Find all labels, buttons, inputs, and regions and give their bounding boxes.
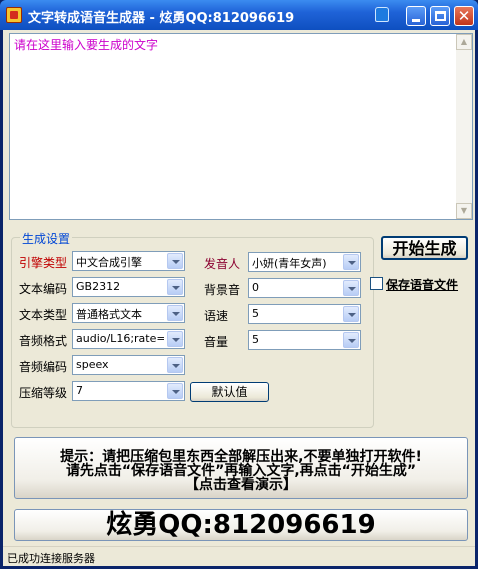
engine-type-value: 中文合成引擎: [76, 256, 142, 269]
start-generate-button[interactable]: 开始生成: [381, 236, 468, 260]
chevron-down-icon[interactable]: [167, 383, 183, 399]
speed-select[interactable]: 5: [248, 304, 361, 324]
settings-group-title: 生成设置: [20, 230, 73, 247]
skin-icon[interactable]: [375, 7, 389, 22]
chevron-down-icon[interactable]: [343, 332, 359, 348]
maximize-button[interactable]: [430, 6, 450, 26]
tip-line-2: 请先点击“保存语音文件”再输入文字,再点击“开始生成”: [65, 463, 417, 479]
status-text: 已成功连接服务器: [7, 552, 95, 565]
background-sound-label: 背景音: [204, 283, 241, 297]
tip-line-1: 提示：请把压缩包里东西全部解压出来,不要单独打开软件!: [60, 449, 422, 465]
chevron-down-icon[interactable]: [167, 279, 183, 295]
chevron-down-icon[interactable]: [343, 306, 359, 322]
close-button[interactable]: ✕: [454, 6, 474, 26]
status-bar: 已成功连接服务器: [3, 546, 475, 566]
compression-level-value: 7: [76, 384, 83, 397]
title-bar[interactable]: 文字转成语音生成器 - 炫勇QQ:812096619 ✕: [0, 0, 478, 30]
compression-level-select[interactable]: 7: [72, 381, 185, 401]
maximize-icon: [435, 11, 446, 21]
default-values-button[interactable]: 默认值: [190, 382, 269, 402]
volume-value: 5: [252, 333, 259, 346]
engine-type-select[interactable]: 中文合成引擎: [72, 251, 185, 271]
chevron-down-icon[interactable]: [167, 253, 183, 269]
save-audio-label[interactable]: 保存语音文件: [386, 276, 458, 293]
app-icon[interactable]: [6, 7, 22, 23]
text-type-label: 文本类型: [19, 308, 68, 322]
audio-format-label: 音频格式: [19, 334, 68, 348]
audio-codec-value: speex: [76, 358, 109, 371]
speaker-label: 发音人: [204, 257, 241, 271]
tip-demo-button[interactable]: 提示：请把压缩包里东西全部解压出来,不要单独打开软件! 请先点击“保存语音文件”…: [14, 437, 468, 499]
speaker-value: 小妍(青年女声): [252, 257, 327, 270]
window-title: 文字转成语音生成器 - 炫勇QQ:812096619: [28, 11, 295, 26]
speed-label: 语速: [204, 309, 229, 323]
client-area: 请在这里输入要生成的文字 ▲ ▼ 生成设置 引擎类型 中文合成引擎 文本编码 G…: [3, 30, 475, 566]
speed-value: 5: [252, 307, 259, 320]
chevron-down-icon[interactable]: [343, 280, 359, 296]
volume-label: 音量: [204, 335, 229, 349]
qq-banner-button[interactable]: 炫勇QQ:812096619: [14, 509, 468, 541]
audio-codec-select[interactable]: speex: [72, 355, 185, 375]
speaker-select[interactable]: 小妍(青年女声): [248, 252, 361, 272]
text-encoding-select[interactable]: GB2312: [72, 277, 185, 297]
text-input[interactable]: 请在这里输入要生成的文字: [14, 38, 454, 213]
minimize-button[interactable]: [406, 6, 426, 26]
text-type-value: 普通格式文本: [76, 308, 142, 321]
app-window: 文字转成语音生成器 - 炫勇QQ:812096619 ✕ 请在这里输入要生成的文…: [0, 0, 478, 569]
audio-format-value: audio/L16;rate=: [76, 332, 164, 345]
engine-type-label: 引擎类型: [19, 256, 68, 270]
compression-level-label: 压缩等级: [19, 386, 68, 400]
audio-codec-label: 音频编码: [19, 360, 68, 374]
chevron-down-icon[interactable]: [343, 254, 359, 270]
text-input-area[interactable]: 请在这里输入要生成的文字 ▲ ▼: [9, 33, 473, 220]
chevron-down-icon[interactable]: [167, 305, 183, 321]
background-sound-value: 0: [252, 281, 259, 294]
text-encoding-value: GB2312: [76, 280, 121, 293]
text-type-select[interactable]: 普通格式文本: [72, 303, 185, 323]
chevron-down-icon[interactable]: [167, 357, 183, 373]
volume-select[interactable]: 5: [248, 330, 361, 350]
text-encoding-label: 文本编码: [19, 282, 68, 296]
close-icon: ✕: [457, 7, 471, 25]
scroll-up-icon[interactable]: ▲: [456, 34, 472, 50]
vertical-scrollbar[interactable]: ▲ ▼: [456, 34, 472, 219]
tip-line-3: 【点击查看演示】: [185, 477, 297, 493]
save-audio-checkbox[interactable]: [370, 277, 383, 290]
scroll-down-icon[interactable]: ▼: [456, 203, 472, 219]
minimize-icon: [412, 19, 420, 22]
background-sound-select[interactable]: 0: [248, 278, 361, 298]
audio-format-select[interactable]: audio/L16;rate=: [72, 329, 185, 349]
chevron-down-icon[interactable]: [167, 331, 183, 347]
